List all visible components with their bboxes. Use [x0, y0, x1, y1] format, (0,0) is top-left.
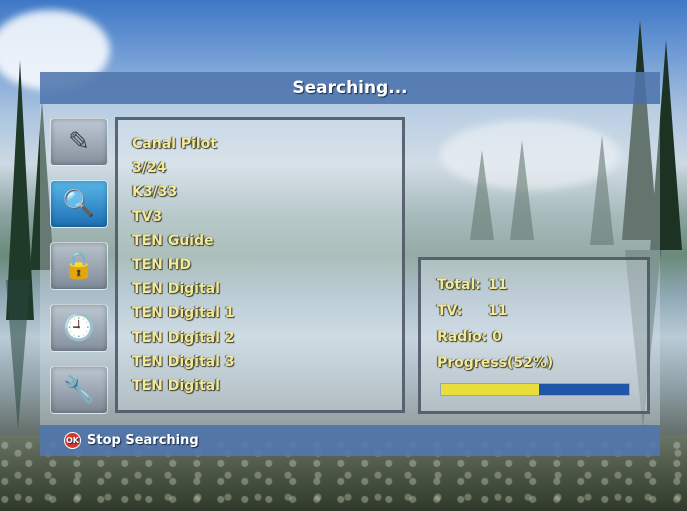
radio-value: 0 [492, 329, 502, 345]
background-tree-reflection [6, 280, 30, 430]
channel-list-item[interactable]: TEN Guide [132, 229, 402, 253]
channel-list-item[interactable]: TEN Digital [132, 277, 402, 301]
search-icon[interactable]: 🔍 [50, 180, 108, 228]
tv-value: 11 [487, 303, 508, 319]
page-title: Searching... [40, 72, 660, 104]
stop-searching-label[interactable]: Stop Searching [87, 433, 199, 448]
channel-list-item[interactable]: TEN HD [132, 253, 402, 277]
tv-osd-screen: Searching... ✎ 🔍 🔒 🕘 🔧 Canal Pilot 3/24 K3/33 T… [0, 0, 687, 511]
progress-bar-fill [441, 384, 539, 395]
channel-list-item[interactable]: K3/33 [132, 180, 402, 204]
channel-list-item[interactable]: TV3 [132, 205, 402, 229]
footer-bar: OK Stop Searching [40, 425, 660, 456]
channel-list-item[interactable]: TEN Digital 1 [132, 301, 402, 325]
tools-icon[interactable]: 🔧 [50, 366, 108, 414]
channel-list-item[interactable]: 3/24 [132, 156, 402, 180]
total-label: Total: [437, 277, 481, 293]
channel-list-item[interactable]: TEN Digital [132, 374, 402, 398]
total-value: 11 [487, 277, 508, 293]
channel-list-item[interactable]: TEN Digital 2 [132, 326, 402, 350]
lock-icon[interactable]: 🔒 [50, 242, 108, 290]
satellite-dish-icon[interactable]: ✎ [50, 118, 108, 166]
clock-icon[interactable]: 🕘 [50, 304, 108, 352]
total-row: Total: 11 [437, 272, 647, 298]
tv-label: TV: [437, 303, 463, 319]
radio-label: Radio: [437, 329, 488, 345]
tv-row: TV: 11 [437, 298, 647, 324]
channel-list[interactable]: Canal Pilot 3/24 K3/33 TV3 TEN Guide TEN HD TE… [115, 117, 405, 413]
progress-label: Progress(52%) [437, 355, 554, 371]
radio-row: Radio: 0 [437, 324, 647, 350]
progress-bar [440, 383, 630, 396]
channel-list-item[interactable]: TEN Digital 3 [132, 350, 402, 374]
channel-list-item[interactable]: Canal Pilot [132, 132, 402, 156]
search-stats-panel: Total: 11 TV: 11 Radio: 0 Progress(52%) [418, 257, 650, 414]
ok-button-icon[interactable]: OK [64, 432, 81, 449]
